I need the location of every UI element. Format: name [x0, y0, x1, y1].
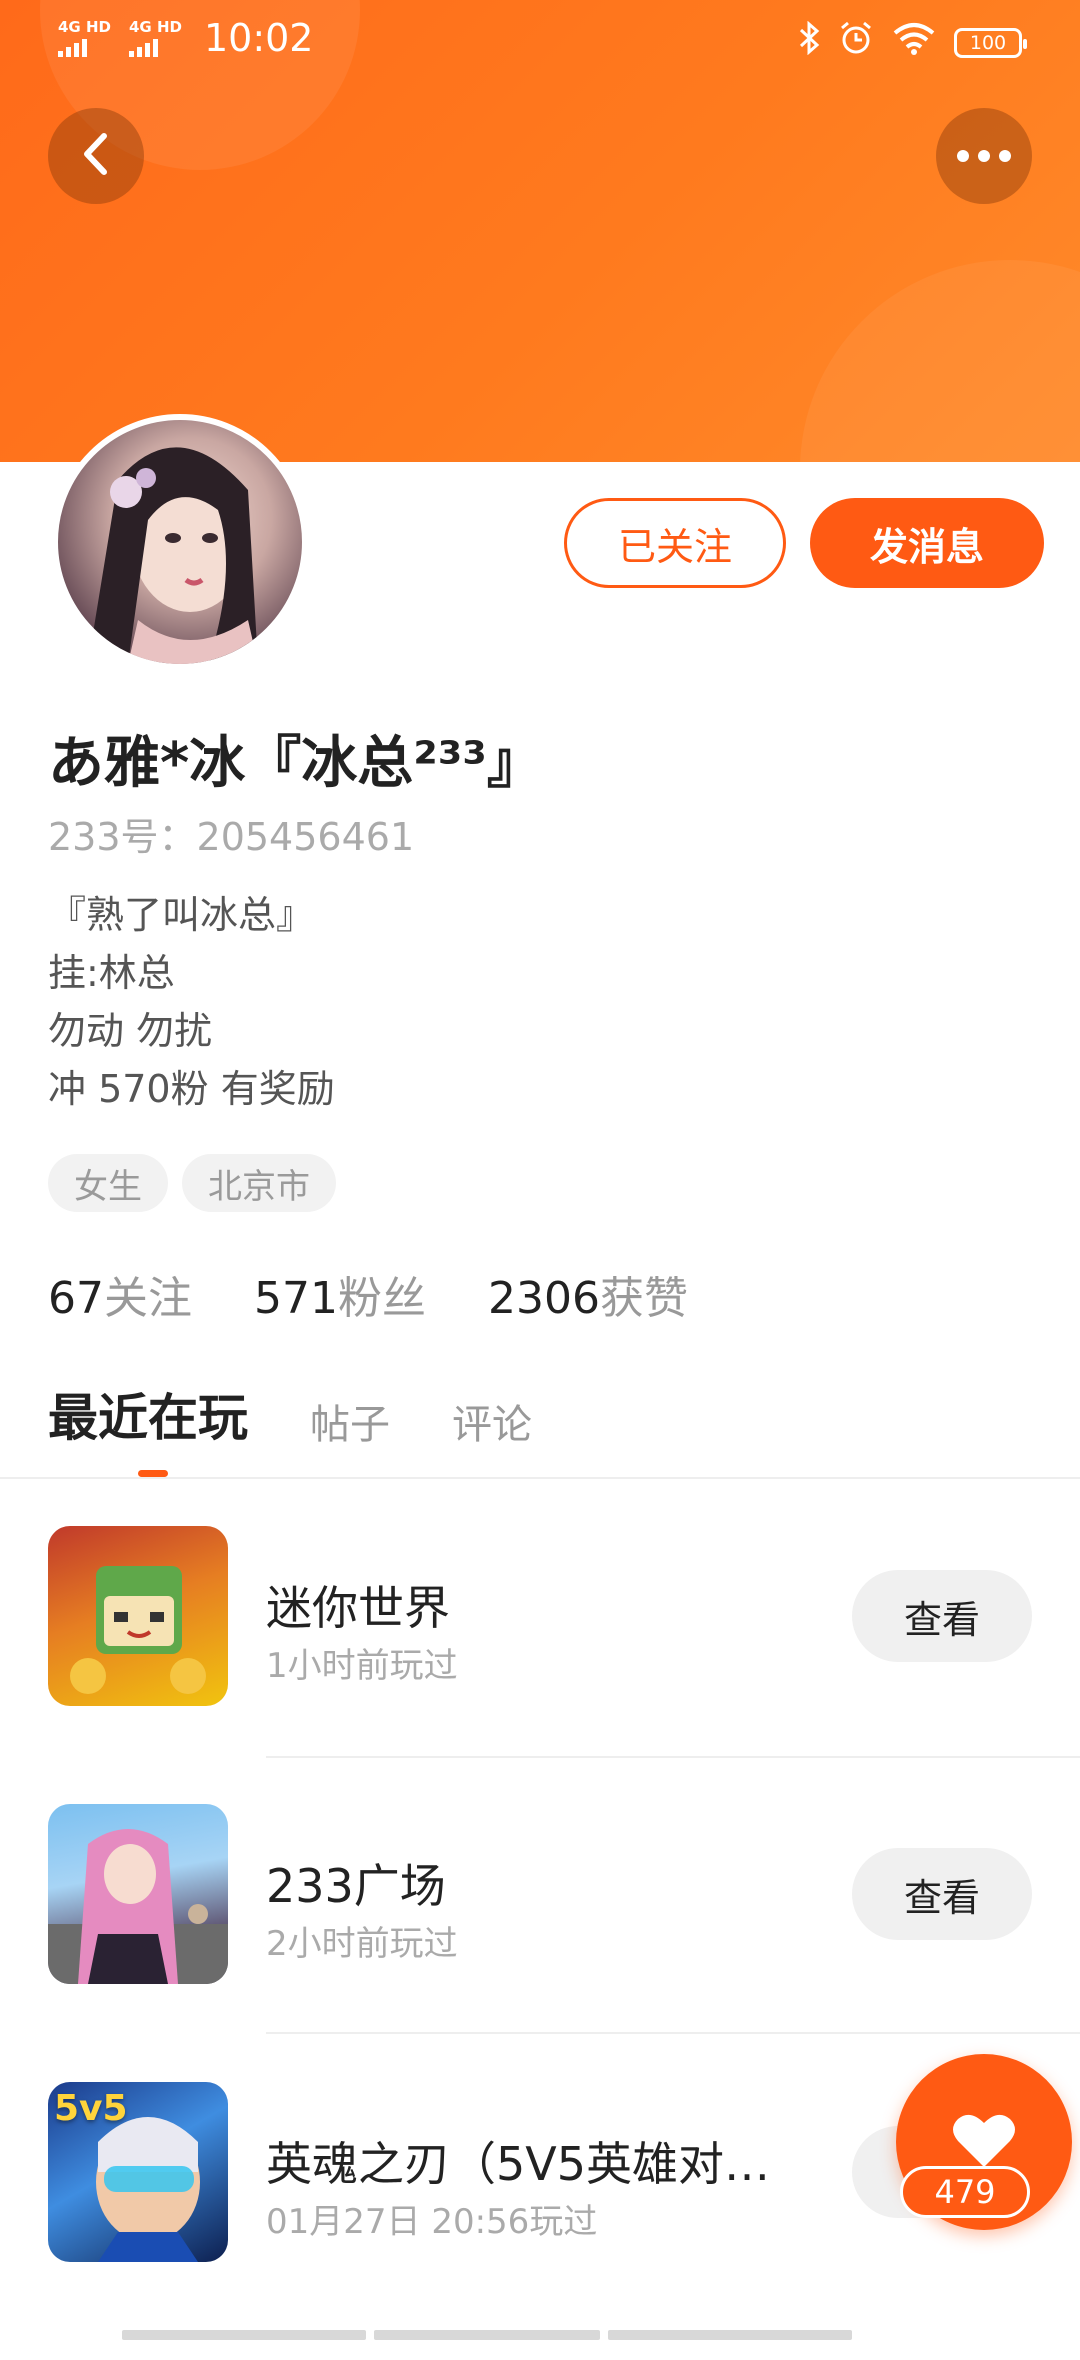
- game-icon-mini-world: [48, 1526, 228, 1706]
- like-count-badge: 479: [900, 2166, 1030, 2218]
- game-title: 迷你世界: [266, 1581, 450, 1635]
- profile-tags: 女生 北京市: [48, 1154, 336, 1212]
- divider: [266, 2032, 1080, 2034]
- view-button[interactable]: 查看: [852, 1570, 1032, 1662]
- chevron-left-icon: [78, 132, 114, 180]
- status-time: 10:02: [203, 16, 314, 60]
- followers-stat[interactable]: 571粉丝: [254, 1262, 426, 1326]
- banner-decoration: [800, 260, 1080, 462]
- heart-icon: [952, 2111, 1016, 2173]
- tab-indicator: [138, 1470, 168, 1477]
- back-button[interactable]: [48, 108, 144, 204]
- game-played-time: 2小时前玩过: [266, 1924, 458, 1964]
- game-icon-233-plaza: [48, 1804, 228, 1984]
- stat-label: 关注: [104, 1273, 192, 1324]
- stat-label: 粉丝: [337, 1273, 426, 1324]
- gender-tag: 女生: [48, 1154, 168, 1212]
- stat-label: 获赞: [599, 1273, 688, 1324]
- profile-name: あ雅*冰『冰总²³³』: [48, 731, 543, 796]
- more-dots-icon: [957, 150, 1011, 162]
- game-title: 233广场: [266, 1859, 446, 1913]
- game-played-time: 1小时前玩过: [266, 1646, 458, 1686]
- bio-line: 勿动 勿扰: [48, 1009, 213, 1053]
- tab-recently-played[interactable]: 最近在玩: [48, 1378, 248, 1450]
- game-icon-hero-blade: 5v5: [48, 2082, 228, 2262]
- status-bar: 4G HD 4G HD 10:02 100: [0, 0, 1080, 84]
- tab-posts[interactable]: 帖子: [310, 1392, 390, 1450]
- game-played-time: 01月27日 20:56玩过: [266, 2202, 598, 2242]
- stat-value: 571: [254, 1273, 338, 1324]
- signal-label: 4G HD: [58, 17, 111, 36]
- game-list-item[interactable]: 迷你世界 1小时前玩过 查看: [0, 1526, 1080, 1804]
- bio-line: 挂:林总: [48, 951, 175, 995]
- divider: [266, 1756, 1080, 1758]
- game-title: 英魂之刃（5V5英雄对…: [266, 2137, 771, 2191]
- following-stat[interactable]: 67关注: [48, 1262, 192, 1326]
- alarm-icon: [838, 20, 874, 65]
- profile-stats: 67关注 571粉丝 2306获赞: [48, 1262, 688, 1326]
- user-id: 233号：205456461: [48, 815, 415, 859]
- more-button[interactable]: [936, 108, 1032, 204]
- view-button[interactable]: 查看: [852, 1848, 1032, 1940]
- divider: [0, 1477, 1080, 1479]
- stat-value: 67: [48, 1273, 104, 1324]
- signal-icon: 4G HD: [58, 17, 111, 57]
- wifi-icon: [892, 21, 936, 64]
- tab-comments[interactable]: 评论: [452, 1392, 532, 1450]
- game-list-item[interactable]: 233广场 2小时前玩过 查看: [0, 1804, 1080, 2082]
- avatar[interactable]: [52, 414, 308, 670]
- bio-line: 『熟了叫冰总』: [48, 893, 315, 937]
- bluetooth-icon: [798, 20, 820, 64]
- profile-tabs: 最近在玩 帖子 评论: [48, 1378, 532, 1450]
- signal-label: 4G HD: [128, 17, 182, 36]
- stat-value: 2306: [487, 1273, 600, 1324]
- signal-icon: 4G HD: [128, 17, 182, 57]
- bio: 『熟了叫冰总』 挂:林总 勿动 勿扰 冲 570粉 有奖励: [48, 886, 335, 1118]
- follow-button[interactable]: 已关注: [564, 498, 786, 588]
- battery-icon: 100: [954, 27, 1027, 58]
- game-icon-label: 5v5: [54, 2088, 128, 2129]
- likes-stat[interactable]: 2306获赞: [488, 1262, 688, 1326]
- message-button[interactable]: 发消息: [810, 498, 1044, 588]
- location-tag: 北京市: [182, 1154, 336, 1212]
- bio-line: 冲 570粉 有奖励: [48, 1067, 335, 1111]
- bottom-indicator: [122, 2330, 852, 2340]
- profile-banner: 4G HD 4G HD 10:02 100: [0, 0, 1080, 462]
